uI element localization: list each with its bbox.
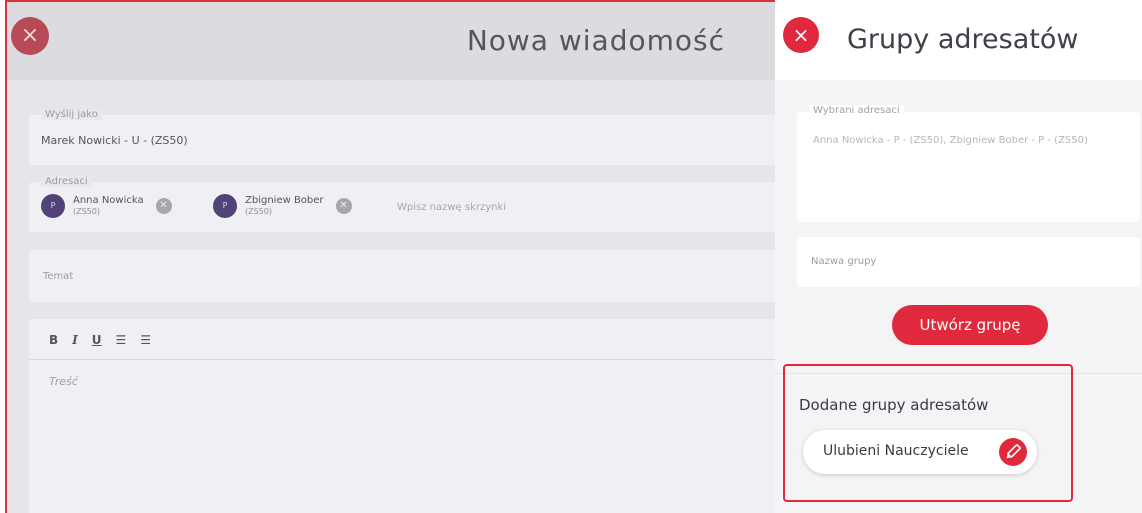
group-name-placeholder: Nazwa grupy [811,256,877,267]
group-chip[interactable]: Ulubieni Nauczyciele [803,430,1037,474]
recipient-name: Anna Nowicka [73,195,144,206]
send-as-label: Wyślij jako [41,109,102,120]
subject-placeholder: Temat [43,271,74,282]
recipients-label: Adresaci [41,176,92,187]
bullet-list-icon[interactable]: ☰ [140,333,151,347]
composer-title: Nowa wiadomość [466,24,725,57]
pencil-icon[interactable] [999,438,1027,466]
selected-recipients-value: Anna Nowicka - P - (ZS50), Zbigniew Bobe… [813,135,1088,146]
recipient-chip: P Anna Nowicka (ZS50) ✕ [41,194,172,218]
selected-recipients-field[interactable]: Wybrani adresaci Anna Nowicka - P - (ZS5… [797,105,1140,222]
selected-recipients-label: Wybrani adresaci [809,105,904,116]
subject-field[interactable]: Temat [29,250,775,302]
composer: × Nowa wiadomość Wyślij jako Marek Nowic… [5,0,775,513]
ordered-list-icon[interactable]: ☰ [116,333,127,347]
remove-recipient-icon[interactable]: ✕ [155,198,172,214]
bold-button[interactable]: B [49,333,58,347]
close-icon: × [792,23,810,47]
added-groups-title: Dodane grupy adresatów [799,396,989,414]
remove-recipient-icon[interactable]: ✕ [335,198,352,214]
avatar: P [213,194,237,218]
panel-close-button[interactable]: × [783,17,819,53]
group-chip-label: Ulubieni Nauczyciele [823,443,969,459]
recipient-chip-label: Zbigniew Bober (ZS50) [245,195,324,217]
create-group-button[interactable]: Utwórz grupę [892,305,1048,345]
composer-close-button[interactable]: × [11,17,49,55]
panel-title: Grupy adresatów [847,24,1079,55]
group-name-input[interactable]: Nazwa grupy [797,237,1140,287]
recipient-name: Zbigniew Bober [245,195,324,206]
recipient-chip: P Zbigniew Bober (ZS50) ✕ [213,194,352,218]
recipients-field[interactable]: Adresaci P Anna Nowicka (ZS50) ✕ P Zbign… [29,176,775,232]
editor-toolbar: B I U ☰ ☰ [49,333,151,347]
recipient-search-input[interactable]: Wpisz nazwę skrzynki [397,202,506,213]
recipient-unit: (ZS50) [245,207,272,216]
recipient-unit: (ZS50) [73,207,100,216]
underline-button[interactable]: U [92,333,102,347]
recipient-chip-label: Anna Nowicka (ZS50) [73,195,144,217]
send-as-field[interactable]: Wyślij jako Marek Nowicki - U - (ZS50) [29,109,775,165]
message-body-placeholder: Treść [49,375,78,388]
italic-button[interactable]: I [72,333,78,347]
editor-divider [29,359,775,360]
send-as-value: Marek Nowicki - U - (ZS50) [41,134,188,147]
message-editor[interactable]: B I U ☰ ☰ Treść [29,319,775,513]
recipient-groups-panel: × Grupy adresatów Wybrani adresaci Anna … [775,0,1142,513]
close-icon: × [20,23,40,48]
avatar: P [41,194,65,218]
